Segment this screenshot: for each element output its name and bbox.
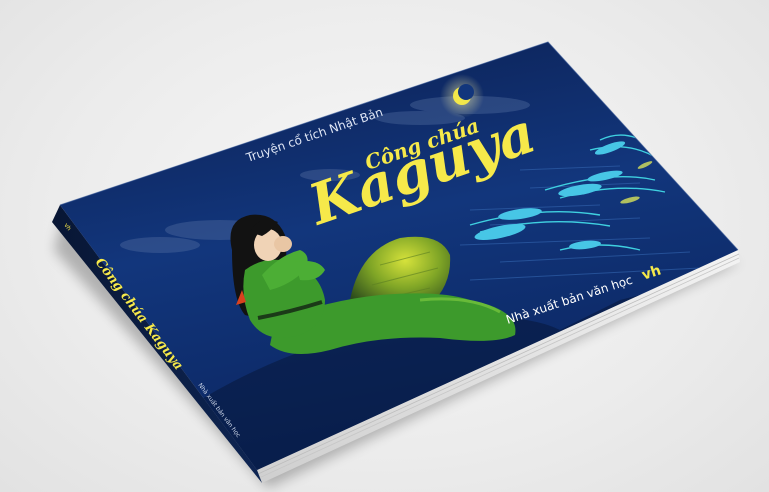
crescent-moon xyxy=(440,74,484,118)
book-mockup-scene: Truyện cổ tích Nhật Bản Công chúa Kaguya… xyxy=(52,41,740,488)
